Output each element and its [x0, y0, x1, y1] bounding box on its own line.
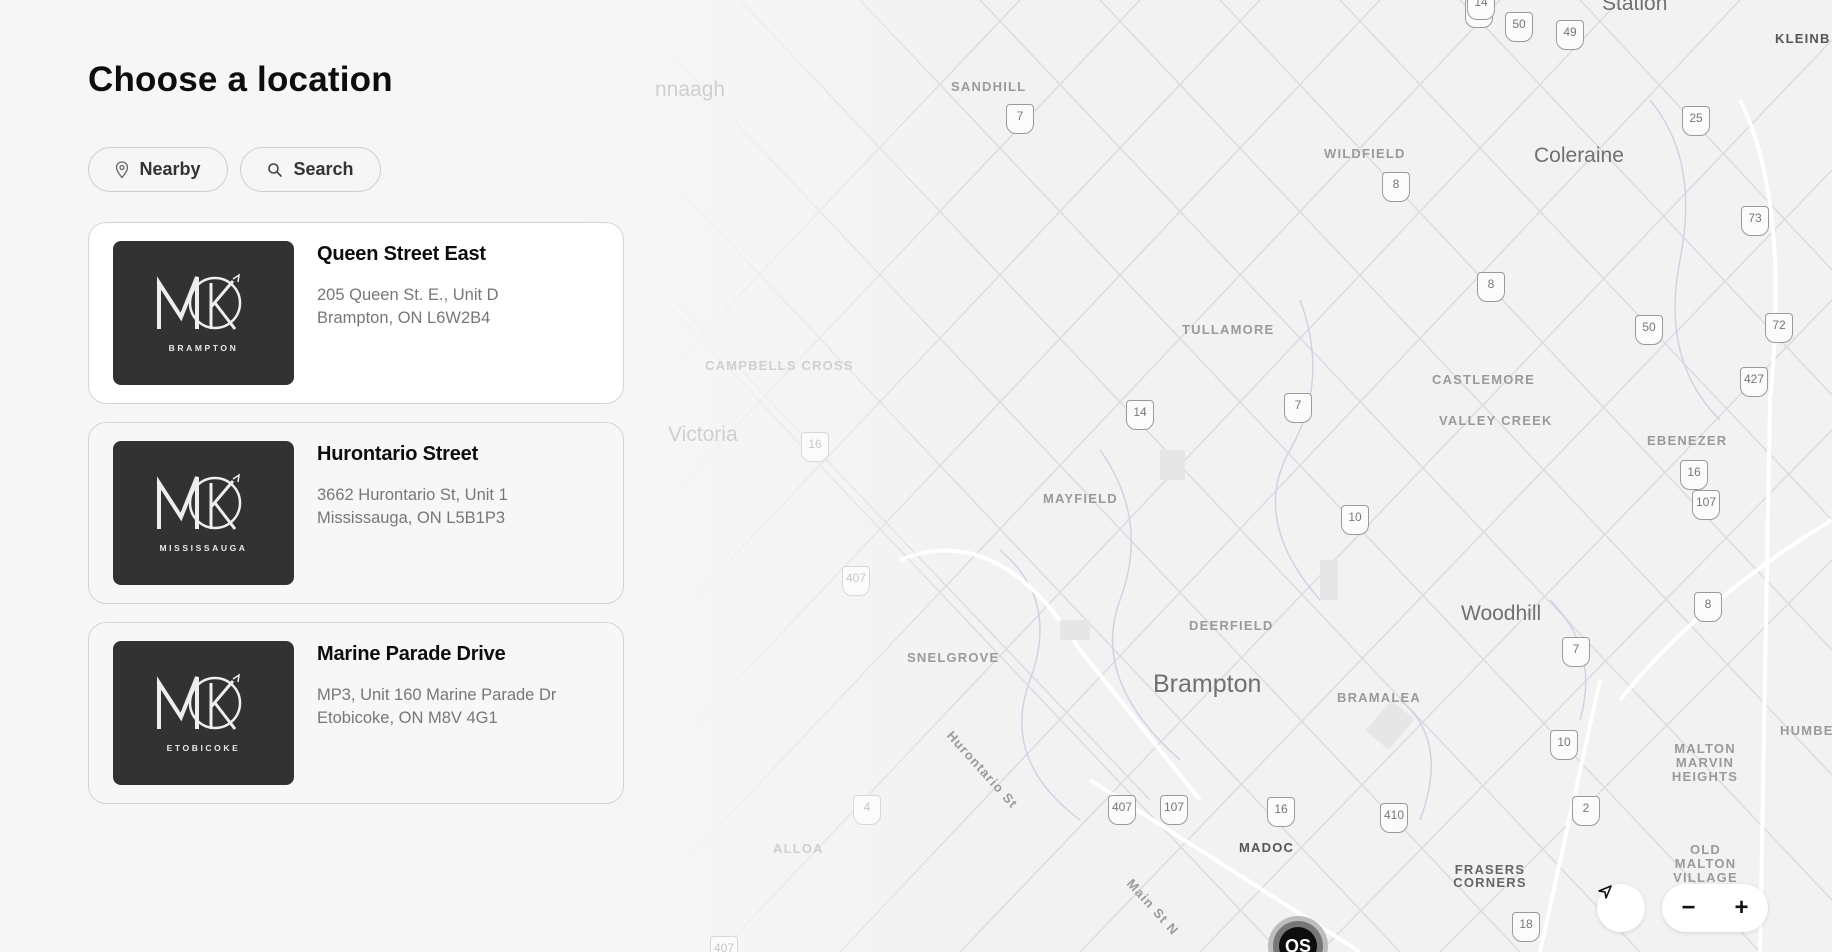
- locate-me-button[interactable]: [1597, 884, 1645, 932]
- location-marker-label: QS: [1279, 927, 1317, 952]
- highway-shield: 407: [842, 566, 870, 596]
- mk-logo-icon: [157, 673, 242, 730]
- highway-shield: 10: [1550, 730, 1578, 760]
- map-label-alloa: ALLOA: [773, 841, 824, 856]
- store-logo: ETOBICOKE: [113, 641, 294, 785]
- map-label-malton-marvin-heights: MALTON MARVIN HEIGHTS: [1671, 741, 1739, 784]
- address-line-1: 3662 Hurontario St, Unit 1: [317, 486, 508, 504]
- location-card[interactable]: BRAMPTON Queen Street East 205 Queen St.…: [88, 222, 624, 404]
- address-line-2: Mississauga, ON L5B1P3: [317, 509, 506, 527]
- highway-shield: 16: [1680, 460, 1708, 490]
- location-address: 3662 Hurontario St, Unit 1 Mississauga, …: [317, 484, 508, 530]
- address-line-2: Etobicoke, ON M8V 4G1: [317, 709, 498, 727]
- map-label-mayfield: MAYFIELD: [1043, 491, 1118, 506]
- location-card[interactable]: MISSISSAUGA Hurontario Street 3662 Huron…: [88, 422, 624, 604]
- address-line-1: 205 Queen St. E., Unit D: [317, 286, 499, 304]
- highway-shield: 107: [1160, 795, 1188, 825]
- nearby-button[interactable]: Nearby: [88, 147, 228, 192]
- map-label-ebenezer: EBENEZER: [1647, 433, 1728, 448]
- location-name: Marine Parade Drive: [317, 643, 506, 665]
- highway-shield: 14: [1467, 0, 1495, 20]
- location-card[interactable]: ETOBICOKE Marine Parade Drive MP3, Unit …: [88, 622, 624, 804]
- mk-logo-icon: [157, 273, 242, 330]
- map-label-valley-creek: VALLEY CREEK: [1439, 413, 1553, 428]
- map-label-coleraine: Coleraine: [1534, 144, 1624, 167]
- logo-city-label: BRAMPTON: [168, 343, 239, 353]
- highway-shield: 4: [853, 795, 881, 825]
- map-label-bramalea: BRAMALEA: [1337, 690, 1421, 705]
- map-label-station: Station: [1602, 0, 1668, 15]
- highway-shield: 427: [1740, 367, 1768, 397]
- map-label-brampton: Brampton: [1153, 670, 1262, 698]
- map-label-frasers-corners: FRASERS CORNERS: [1453, 862, 1527, 890]
- zoom-controls: − +: [1662, 884, 1768, 932]
- highway-shield: 407: [1108, 795, 1136, 825]
- address-line-2: Brampton, ON L6W2B4: [317, 309, 491, 327]
- map-label-castlemore: CASTLEMORE: [1432, 372, 1535, 387]
- map-label-madoc: MADOC: [1239, 840, 1295, 855]
- map-label-deerfield: DEERFIELD: [1189, 618, 1274, 633]
- map-label-woodhill: Woodhill: [1461, 602, 1542, 625]
- search-icon: [268, 162, 283, 177]
- zoom-out-button[interactable]: −: [1669, 894, 1709, 922]
- map-label-humbe: HUMBE: [1780, 723, 1832, 738]
- highway-shield: 7: [1284, 393, 1312, 423]
- store-logo: MISSISSAUGA: [113, 441, 294, 585]
- map-label-sandhill: SANDHILL: [951, 79, 1027, 94]
- location-address: MP3, Unit 160 Marine Parade Dr Etobicoke…: [317, 684, 556, 730]
- highway-shield: 16: [1267, 797, 1295, 827]
- highway-shield: 7: [1006, 104, 1034, 134]
- map-label-kleinb: KLEINB: [1775, 31, 1831, 46]
- highway-shield: 107: [1692, 490, 1720, 520]
- location-pin-icon: [116, 160, 129, 178]
- search-label: Search: [293, 159, 354, 179]
- highway-shield: 50: [1505, 12, 1533, 42]
- mk-logo-icon: [157, 473, 242, 530]
- map-label-snelgrove: SNELGROVE: [907, 650, 1000, 665]
- highway-shield: 18: [1512, 912, 1540, 942]
- highway-shield: 410: [1380, 803, 1408, 833]
- highway-shield: 8: [1382, 172, 1410, 202]
- store-logo: BRAMPTON: [113, 241, 294, 385]
- logo-city-label: ETOBICOKE: [166, 743, 241, 753]
- highway-shield: 8: [1694, 592, 1722, 622]
- logo-city-label: MISSISSAUGA: [159, 543, 248, 553]
- location-address: 205 Queen St. E., Unit D Brampton, ON L6…: [317, 284, 499, 330]
- highway-shield: 14: [1126, 400, 1154, 430]
- map-label-campbells-cross: CAMPBELLS CROSS: [705, 358, 854, 373]
- highway-shield: 10: [1341, 505, 1369, 535]
- highway-shield: 50: [1635, 315, 1663, 345]
- nearby-label: Nearby: [139, 159, 201, 179]
- highway-shield: 25: [1682, 106, 1710, 136]
- highway-shield: 16: [801, 432, 829, 462]
- search-button[interactable]: Search: [240, 147, 381, 192]
- map-label-tullamore: TULLAMORE: [1182, 322, 1275, 337]
- map-label-old-malton-village: OLD MALTON VILLAGE: [1673, 842, 1738, 885]
- page-title: Choose a location: [88, 60, 393, 99]
- highway-shield: 7: [1562, 637, 1590, 667]
- highway-shield: 73: [1741, 206, 1769, 236]
- location-name: Queen Street East: [317, 243, 486, 265]
- address-line-1: MP3, Unit 160 Marine Parade Dr: [317, 686, 557, 704]
- location-name: Hurontario Street: [317, 443, 479, 465]
- zoom-in-button[interactable]: +: [1722, 894, 1762, 922]
- navigation-arrow-icon: [1598, 885, 1612, 899]
- highway-shield: 407: [710, 936, 738, 952]
- highway-shield: 2: [1572, 796, 1600, 826]
- highway-shield: 8: [1477, 272, 1505, 302]
- location-panel: Choose a location Nearby Search BRAMPTON…: [0, 0, 700, 952]
- map-label-wildfield: WILDFIELD: [1324, 146, 1406, 161]
- highway-shield: 49: [1556, 20, 1584, 50]
- highway-shield: 72: [1765, 313, 1793, 343]
